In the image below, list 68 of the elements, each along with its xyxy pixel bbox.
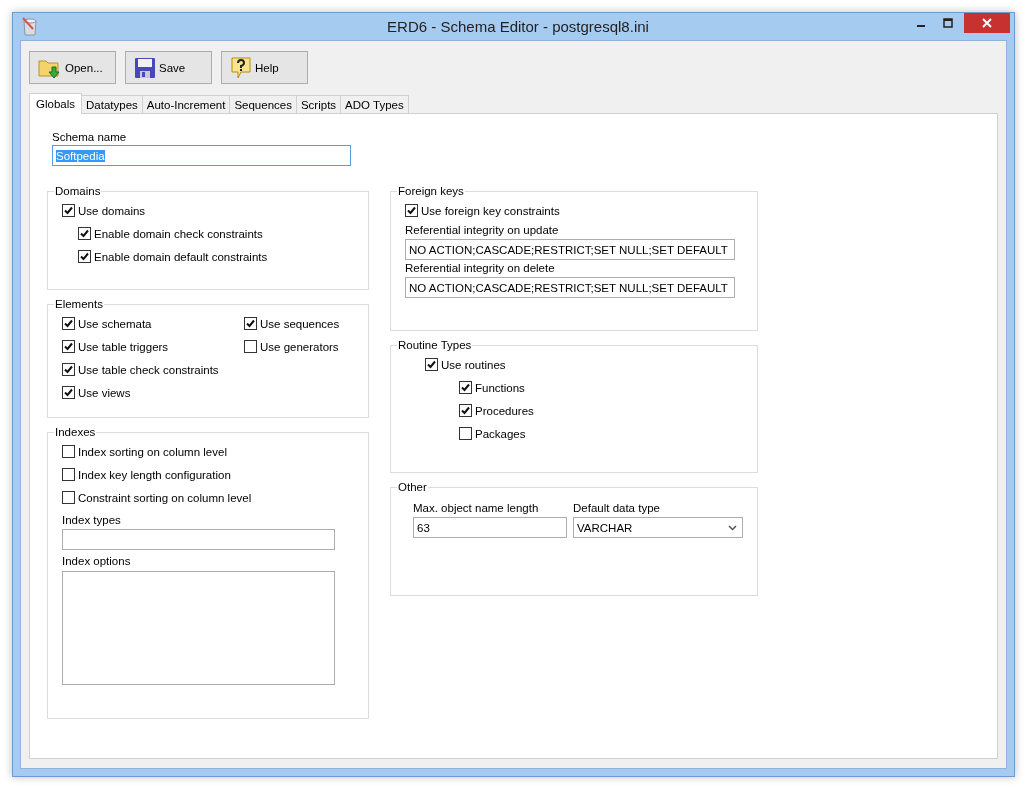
checkbox[interactable] — [425, 358, 438, 371]
group-title: Other — [397, 481, 428, 493]
help-icon — [230, 55, 252, 80]
checkbox-label: Use schemata — [78, 317, 152, 330]
checkbox[interactable] — [62, 468, 75, 481]
field-label: Referential integrity on update — [405, 224, 560, 236]
checkbox[interactable] — [62, 317, 75, 330]
checkbox[interactable] — [62, 340, 75, 353]
field-label: Referential integrity on delete — [405, 262, 556, 274]
field-label: Index options — [62, 555, 132, 567]
window-title: ERD6 - Schema Editor - postgresql8.ini — [386, 18, 650, 35]
checkbox-label: Index key length configuration — [78, 468, 231, 481]
tab[interactable]: Sequences — [229, 95, 297, 113]
checkbox[interactable] — [62, 491, 75, 504]
group-title: Foreign keys — [397, 185, 465, 197]
field-label: Default data type — [573, 502, 661, 514]
checkbox-label: Packages — [475, 427, 526, 440]
checkbox-label: Functions — [475, 381, 525, 394]
text-field[interactable]: 63 — [413, 517, 567, 538]
field-label: Schema name — [52, 131, 128, 143]
checkbox-label: Use generators — [260, 340, 339, 353]
checkbox-label: Enable domain default constraints — [94, 250, 268, 263]
checkbox[interactable] — [459, 381, 472, 394]
open-button[interactable]: Open... — [29, 51, 116, 84]
chevron-down-icon — [728, 524, 737, 531]
checkbox-label: Use table check constraints — [78, 363, 219, 376]
checkbox-label: Use sequences — [260, 317, 340, 330]
tab[interactable]: Scripts — [295, 95, 342, 113]
checkbox[interactable] — [62, 363, 75, 376]
group-title: Routine Types — [397, 339, 473, 351]
checkbox-label: Use table triggers — [78, 340, 169, 353]
checkbox[interactable] — [459, 427, 472, 440]
checkbox[interactable] — [62, 386, 75, 399]
checkbox-label: Use foreign key constraints — [421, 204, 560, 217]
text-field[interactable]: NO ACTION;CASCADE;RESTRICT;SET NULL;SET DEFAULT — [405, 239, 735, 260]
field-label: Max. object name length — [413, 502, 540, 514]
checkbox[interactable] — [244, 340, 257, 353]
checkbox-label: Procedures — [475, 404, 534, 417]
tab[interactable]: Datatypes — [81, 95, 143, 113]
checkbox[interactable] — [244, 317, 257, 330]
checkbox-label: Use views — [78, 386, 131, 399]
index-types-field[interactable] — [62, 529, 335, 550]
maximize-icon — [942, 18, 953, 28]
save-button[interactable]: Save — [125, 51, 212, 84]
group-title: Domains — [54, 185, 102, 197]
checkbox[interactable] — [459, 404, 472, 417]
field-label: Index types — [62, 514, 122, 526]
checkbox[interactable] — [78, 250, 91, 263]
text-field[interactable]: NO ACTION;CASCADE;RESTRICT;SET NULL;SET DEFAULT — [405, 277, 735, 298]
app-icon — [21, 16, 39, 37]
tab[interactable]: ADO Types — [340, 95, 409, 113]
checkbox-label: Constraint sorting on column level — [78, 491, 252, 504]
checkbox-label: Index sorting on column level — [78, 445, 227, 458]
checkbox[interactable] — [78, 227, 91, 240]
minimize-icon — [916, 25, 925, 27]
dropdown[interactable]: VARCHAR — [573, 517, 743, 538]
checkbox[interactable] — [62, 204, 75, 217]
checkbox-label: Use domains — [78, 204, 146, 217]
checkbox-label: Enable domain check constraints — [94, 227, 263, 240]
close-button[interactable] — [964, 13, 1010, 33]
close-icon — [982, 18, 992, 28]
group-title: Indexes — [54, 426, 97, 438]
group-title: Elements — [54, 298, 104, 310]
help-button[interactable]: Help — [221, 51, 308, 84]
checkbox[interactable] — [405, 204, 418, 217]
tab[interactable]: Globals — [29, 93, 82, 114]
checkbox-label: Use routines — [441, 358, 506, 371]
checkbox[interactable] — [62, 445, 75, 458]
